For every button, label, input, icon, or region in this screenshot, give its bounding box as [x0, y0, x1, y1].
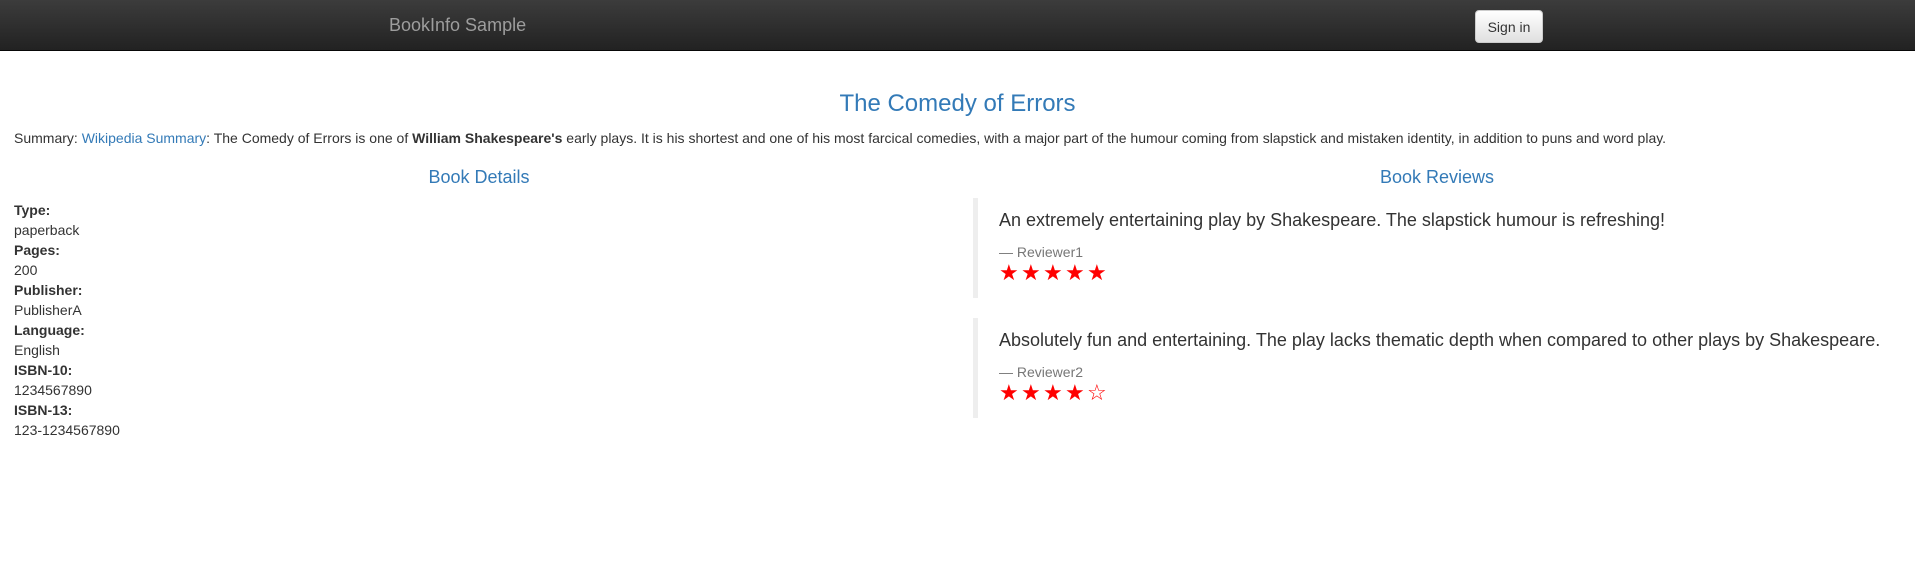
type-label: Type: — [14, 202, 51, 218]
star-filled-icon: ★ — [1021, 261, 1041, 286]
summary-text-end: early plays. It is his shortest and one … — [562, 130, 1667, 146]
star-filled-icon: ★ — [1043, 261, 1063, 286]
navbar-brand[interactable]: BookInfo Sample — [389, 15, 526, 35]
star-filled-icon: ★ — [1043, 381, 1063, 406]
book-details-list: Type: paperback Pages: 200 Publisher: Pu… — [14, 200, 120, 440]
star-filled-icon: ★ — [1087, 261, 1107, 286]
reviewer-name: — Reviewer1 — [999, 244, 1084, 260]
wikipedia-summary-link[interactable]: Wikipedia Summary — [82, 130, 206, 146]
star-filled-icon: ★ — [1065, 261, 1085, 286]
language-label: Language: — [14, 322, 85, 338]
star-empty-icon: ☆ — [1087, 381, 1107, 406]
pages-value: 200 — [14, 262, 38, 278]
book-reviews-heading: Book Reviews — [1379, 167, 1495, 187]
review-card: An extremely entertaining play by Shakes… — [973, 198, 1893, 298]
star-filled-icon: ★ — [1065, 381, 1085, 406]
review-card: Absolutely fun and entertaining. The pla… — [973, 318, 1893, 418]
isbn13-value: 123-1234567890 — [14, 422, 120, 438]
star-rating: ★ ★ ★ ★ ☆ — [999, 382, 1893, 406]
reviewer-name: — Reviewer2 — [999, 364, 1084, 380]
publisher-label: Publisher: — [14, 282, 83, 298]
review-text: Absolutely fun and entertaining. The pla… — [999, 330, 1881, 350]
review-text: An extremely entertaining play by Shakes… — [999, 210, 1666, 230]
summary-author: William Shakespeare's — [412, 130, 563, 146]
star-rating: ★ ★ ★ ★ ★ — [999, 262, 1893, 286]
type-value: paperback — [14, 222, 80, 238]
book-details-heading: Book Details — [428, 167, 530, 187]
summary-text-start: : The Comedy of Errors is one of — [206, 130, 413, 146]
navbar: BookInfo Sample Sign in — [0, 0, 1915, 51]
publisher-value: PublisherA — [14, 302, 82, 318]
summary-prefix: Summary: — [14, 130, 82, 146]
isbn10-value: 1234567890 — [14, 382, 92, 398]
pages-label: Pages: — [14, 242, 60, 258]
star-filled-icon: ★ — [999, 381, 1019, 406]
isbn10-label: ISBN-10: — [14, 362, 73, 378]
isbn13-label: ISBN-13: — [14, 402, 73, 418]
sign-in-button[interactable]: Sign in — [1475, 10, 1543, 43]
book-title: The Comedy of Errors — [839, 90, 1076, 117]
language-value: English — [14, 342, 60, 358]
book-summary: Summary: Wikipedia Summary: The Comedy o… — [14, 130, 1904, 146]
star-filled-icon: ★ — [1021, 381, 1041, 406]
star-filled-icon: ★ — [999, 261, 1019, 286]
